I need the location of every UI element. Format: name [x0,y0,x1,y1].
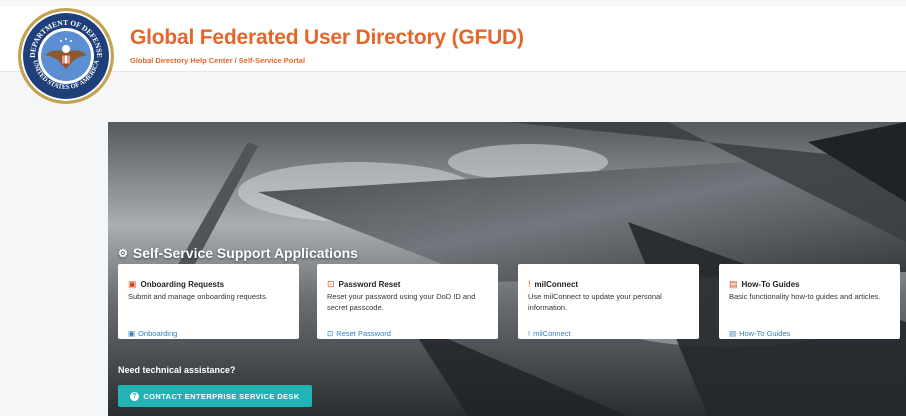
card-description: Use milConnect to update your personal i… [528,292,662,312]
dod-seal-logo: DEPARTMENT OF DEFENSE UNITED STATES OF A… [18,8,114,104]
question-icon: ? [130,391,140,401]
card-how-to-guides: ▤ How-To Guides Basic functionality how-… [719,264,900,339]
milconnect-icon: ! [528,279,531,289]
milconnect-link[interactable]: ! milConnect [528,329,571,338]
site-header: Global Federated User Directory (GFUD) G… [0,6,906,72]
gears-icon: ⚙ [118,247,128,260]
guide-icon: ▤ [729,279,738,289]
card-title: Password Reset [338,280,401,289]
section-title: ⚙ Self-Service Support Applications [118,245,358,261]
milconnect-link-icon: ! [528,329,531,338]
onboarding-link[interactable]: ▣ Onboarding [128,329,177,338]
reset-password-link[interactable]: ⊡ Reset Password [327,329,391,338]
assistance-heading: Need technical assistance? [118,365,236,375]
page-title: Global Federated User Directory (GFUD) [130,26,524,49]
card-description: Basic functionality how-to guides and ar… [729,292,881,301]
card-title: How-To Guides [741,280,800,289]
hero-banner: ⚙ Self-Service Support Applications ▣ On… [108,122,906,416]
card-title: milConnect [534,280,579,289]
card-onboarding: ▣ Onboarding Requests Submit and manage … [118,264,299,339]
contact-service-desk-button[interactable]: ? CONTACT ENTERPRISE SERVICE DESK [118,385,312,407]
card-description: Reset your password using your DoD ID an… [327,292,476,312]
guide-link-icon: ▤ [729,329,737,338]
how-to-guides-link[interactable]: ▤ How-To Guides [729,329,790,338]
card-description: Submit and manage onboarding requests. [128,292,268,301]
lock-icon: ⊡ [327,279,335,289]
card-title: Onboarding Requests [140,280,225,289]
page-subtitle: Global Directory Help Center / Self-Serv… [130,56,306,65]
contact-service-desk-label: CONTACT ENTERPRISE SERVICE DESK [143,391,300,401]
card-password-reset: ⊡ Password Reset Reset your password usi… [317,264,498,339]
lock-link-icon: ⊡ [327,329,334,338]
section-title-label: Self-Service Support Applications [132,245,358,261]
onboarding-link-icon: ▣ [128,329,136,338]
card-milconnect: ! milConnect Use milConnect to update yo… [518,264,699,339]
onboarding-icon: ▣ [128,279,137,289]
